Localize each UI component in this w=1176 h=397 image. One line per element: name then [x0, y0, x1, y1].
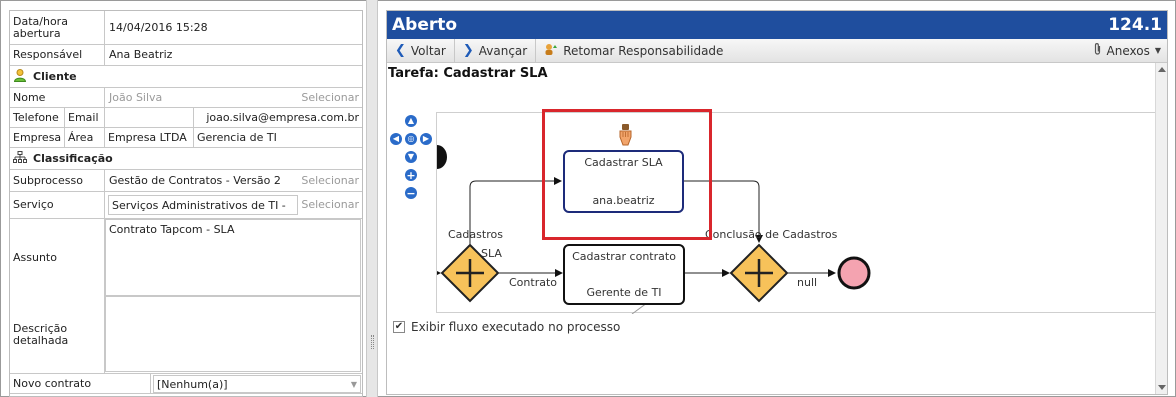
pan-right-button[interactable]: ▶: [420, 133, 432, 145]
row-responsavel: Responsável Ana Beatriz: [10, 45, 362, 66]
telefone-label: Telefone: [10, 108, 65, 127]
task-heading: Tarefa: Cadastrar SLA: [388, 66, 548, 81]
pan-left-button[interactable]: ◀: [390, 133, 402, 145]
zoom-in-button[interactable]: +: [405, 169, 417, 181]
task-heading-name: Cadastrar SLA: [443, 66, 548, 81]
label-conclusao: Conclusão de Cadastros: [705, 228, 838, 241]
chevron-down-icon: ▼: [1154, 46, 1161, 55]
row-subprocesso: Subprocesso Gestão de Contratos - Versão…: [10, 170, 362, 192]
nome-field[interactable]: João Silva: [105, 88, 295, 107]
row-novo-contrato: Novo contrato [Nenhum(a)] ▼: [10, 373, 362, 394]
row-assunto: Assunto Contrato Tapcom - SLA: [10, 219, 362, 296]
task-cadastrar-contrato-group: Gerente de TI: [586, 286, 662, 299]
responsavel-label: Responsável: [10, 45, 105, 65]
telefone-field[interactable]: [105, 108, 194, 127]
area-value: Gerencia de TI: [197, 130, 277, 144]
exibir-fluxo-checkbox[interactable]: ✔: [393, 321, 405, 333]
section-cliente-title: Cliente: [33, 70, 77, 83]
data-hora-value: 14/04/2016 15:28: [109, 20, 208, 34]
section-classificacao: Classificação: [10, 148, 362, 170]
assunto-label: Assunto: [10, 219, 105, 296]
row-data-hora: Data/hora abertura 14/04/2016 15:28: [10, 11, 362, 45]
arrow-right-icon: ❯: [462, 43, 474, 58]
task-cadastrar-contrato[interactable]: Cadastrar contrato Gerente de TI: [563, 244, 685, 305]
subprocesso-value: Gestão de Contratos - Versão 2: [109, 173, 281, 187]
exibir-fluxo-label: Exibir fluxo executado no processo: [411, 320, 621, 334]
assunto-textarea[interactable]: Contrato Tapcom - SLA: [105, 219, 361, 296]
label-sla: SLA: [481, 247, 502, 260]
row-nome: Nome João Silva Selecionar: [10, 88, 362, 108]
exibir-fluxo-checkbox-row[interactable]: ✔ Exibir fluxo executado no processo: [393, 320, 620, 334]
splitter-grip-icon: [371, 335, 374, 349]
panel-titlebar: Aberto 124.1: [387, 11, 1167, 39]
workflow-panel: Aberto 124.1 ❮ Voltar ❯ Avançar Retomar …: [386, 10, 1168, 395]
anexos-dropdown[interactable]: Anexos ▼: [1093, 42, 1167, 59]
subprocesso-label: Subprocesso: [10, 170, 105, 191]
gateway-join: [729, 243, 789, 303]
ticket-form: Data/hora abertura 14/04/2016 15:28 Resp…: [9, 10, 363, 397]
row-descricao: Descrição detalhada: [10, 296, 362, 373]
retake-icon: [544, 43, 558, 59]
retomar-label: Retomar Responsabilidade: [563, 43, 724, 58]
email-label: Email: [65, 108, 105, 127]
paperclip-icon: [1093, 42, 1102, 59]
task-cadastrar-contrato-title: Cadastrar contrato: [572, 250, 676, 263]
subprocesso-selecionar-link[interactable]: Selecionar: [295, 170, 362, 191]
servico-input[interactable]: Serviços Administrativos de TI -: [108, 195, 298, 215]
section-classificacao-title: Classificação: [33, 152, 113, 165]
row-empresa-area: Empresa Área Empresa LTDA Gerencia de TI: [10, 128, 362, 148]
voltar-button[interactable]: ❮ Voltar: [387, 38, 455, 63]
email-field[interactable]: joao.silva@empresa.com.br: [194, 108, 362, 127]
anexos-label: Anexos: [1106, 43, 1150, 58]
pan-down-button[interactable]: ▼: [405, 151, 417, 163]
status-title: Aberto: [392, 15, 458, 35]
label-contrato: Contrato: [509, 276, 558, 289]
user-icon: [13, 68, 27, 85]
task-heading-prefix: Tarefa:: [388, 66, 439, 81]
nome-selecionar-link[interactable]: Selecionar: [295, 88, 362, 107]
servico-selecionar-link[interactable]: Selecionar: [298, 192, 362, 218]
row-telefone-email: Telefone Email joao.silva@empresa.com.br: [10, 108, 362, 128]
toolbar: ❮ Voltar ❯ Avançar Retomar Responsabilid…: [387, 38, 1167, 63]
voltar-label: Voltar: [410, 43, 446, 58]
label-cadastros: Cadastros: [448, 228, 503, 241]
novo-contrato-value: [Nenhum(a)]: [157, 377, 228, 391]
center-view-button[interactable]: ◎: [405, 133, 417, 145]
pan-up-button[interactable]: ▲: [405, 115, 417, 127]
avancar-label: Avançar: [478, 43, 528, 58]
zoom-out-button[interactable]: −: [405, 187, 417, 199]
section-cliente: Cliente: [10, 66, 362, 88]
area-label: Área: [65, 128, 105, 147]
panel-splitter[interactable]: [366, 0, 378, 397]
empresa-label: Empresa: [10, 128, 65, 147]
row-servico: Serviço Serviços Administrativos de TI -…: [10, 192, 362, 219]
vertical-scrollbar[interactable]: [1155, 63, 1167, 394]
start-event: [437, 145, 447, 169]
chevron-down-icon: ▼: [350, 379, 357, 389]
highlight-box: [542, 109, 712, 240]
descricao-textarea[interactable]: [105, 296, 361, 372]
retomar-button[interactable]: Retomar Responsabilidade: [536, 39, 731, 63]
scroll-up-icon[interactable]: [1158, 67, 1166, 72]
novo-contrato-select[interactable]: [Nenhum(a)] ▼: [153, 375, 361, 393]
servico-label: Serviço: [10, 192, 105, 218]
empresa-value: Empresa LTDA: [105, 128, 194, 147]
end-event: [837, 256, 871, 290]
nome-label: Nome: [10, 88, 105, 107]
scroll-down-icon[interactable]: [1158, 385, 1166, 390]
novo-contrato-label: Novo contrato: [10, 374, 151, 393]
avancar-button[interactable]: ❯ Avançar: [455, 38, 537, 63]
arrow-left-icon: ❮: [395, 43, 406, 58]
ticket-number: 124.1: [1108, 15, 1162, 35]
label-null: null: [797, 276, 818, 289]
responsavel-value: Ana Beatriz: [109, 48, 173, 61]
descricao-label: Descrição detalhada: [10, 296, 105, 373]
data-hora-label: Data/hora abertura: [10, 11, 105, 44]
hierarchy-icon: [13, 151, 27, 166]
